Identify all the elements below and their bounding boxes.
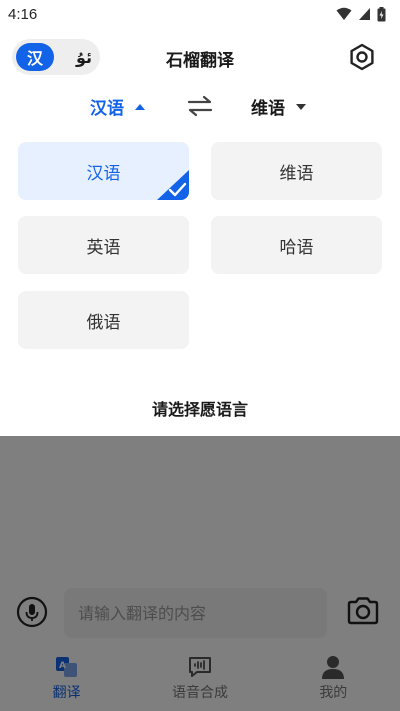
selected-check-icon xyxy=(157,170,189,200)
target-language-label: 维语 xyxy=(251,99,285,119)
nav-translate[interactable]: A 翻译 xyxy=(0,645,133,711)
caret-down-icon xyxy=(296,103,306,110)
svg-text:A: A xyxy=(59,661,66,671)
panel-footer-title: 请选择愿语言 xyxy=(0,380,400,436)
wifi-icon xyxy=(336,7,352,20)
language-selector-row: 汉语 维语 xyxy=(0,86,400,126)
language-option-label: 汉语 xyxy=(86,163,121,184)
language-option-english[interactable]: 英语 xyxy=(18,216,189,274)
nav-voice-synthesis[interactable]: 语音合成 xyxy=(133,645,266,711)
swap-languages-icon[interactable] xyxy=(186,94,214,118)
language-option-chinese[interactable]: 汉语 xyxy=(18,142,189,200)
translate-icon: A xyxy=(55,657,77,677)
signal-icon xyxy=(359,8,370,20)
app-header: 汉 ئۇ 石榴翻译 xyxy=(0,36,400,80)
source-language-dropdown[interactable]: 汉语 xyxy=(90,94,146,119)
translation-input[interactable] xyxy=(64,588,327,638)
target-language-dropdown[interactable]: 维语 xyxy=(251,94,307,119)
bottom-navigation: A 翻译 语音合成 我的 xyxy=(0,645,400,711)
status-time: 4:16 xyxy=(8,5,38,23)
source-language-label: 汉语 xyxy=(90,99,124,119)
voice-synthesis-icon xyxy=(188,657,211,677)
battery-icon xyxy=(377,6,386,21)
input-bar xyxy=(0,580,400,645)
language-option-uyghur[interactable]: 维语 xyxy=(211,142,382,200)
language-option-kazakh[interactable]: 哈语 xyxy=(211,216,382,274)
app-title: 石榴翻译 xyxy=(166,51,234,71)
status-bar: 4:16 xyxy=(0,0,400,28)
settings-icon[interactable] xyxy=(346,41,378,73)
microphone-icon[interactable] xyxy=(16,596,48,628)
nav-translate-label: 翻译 xyxy=(52,685,81,701)
language-option-label: 俄语 xyxy=(86,312,121,333)
nav-profile-label: 我的 xyxy=(319,685,348,701)
language-option-label: 英语 xyxy=(86,237,121,258)
camera-icon[interactable] xyxy=(346,594,380,628)
caret-up-icon xyxy=(135,103,145,110)
language-option-label: 维语 xyxy=(279,163,314,184)
nav-voice-synthesis-label: 语音合成 xyxy=(171,685,228,701)
language-option-label: 哈语 xyxy=(279,237,314,258)
nav-profile[interactable]: 我的 xyxy=(267,645,400,711)
status-icons xyxy=(336,6,386,22)
profile-icon xyxy=(322,656,345,679)
language-option-russian[interactable]: 俄语 xyxy=(18,291,189,349)
